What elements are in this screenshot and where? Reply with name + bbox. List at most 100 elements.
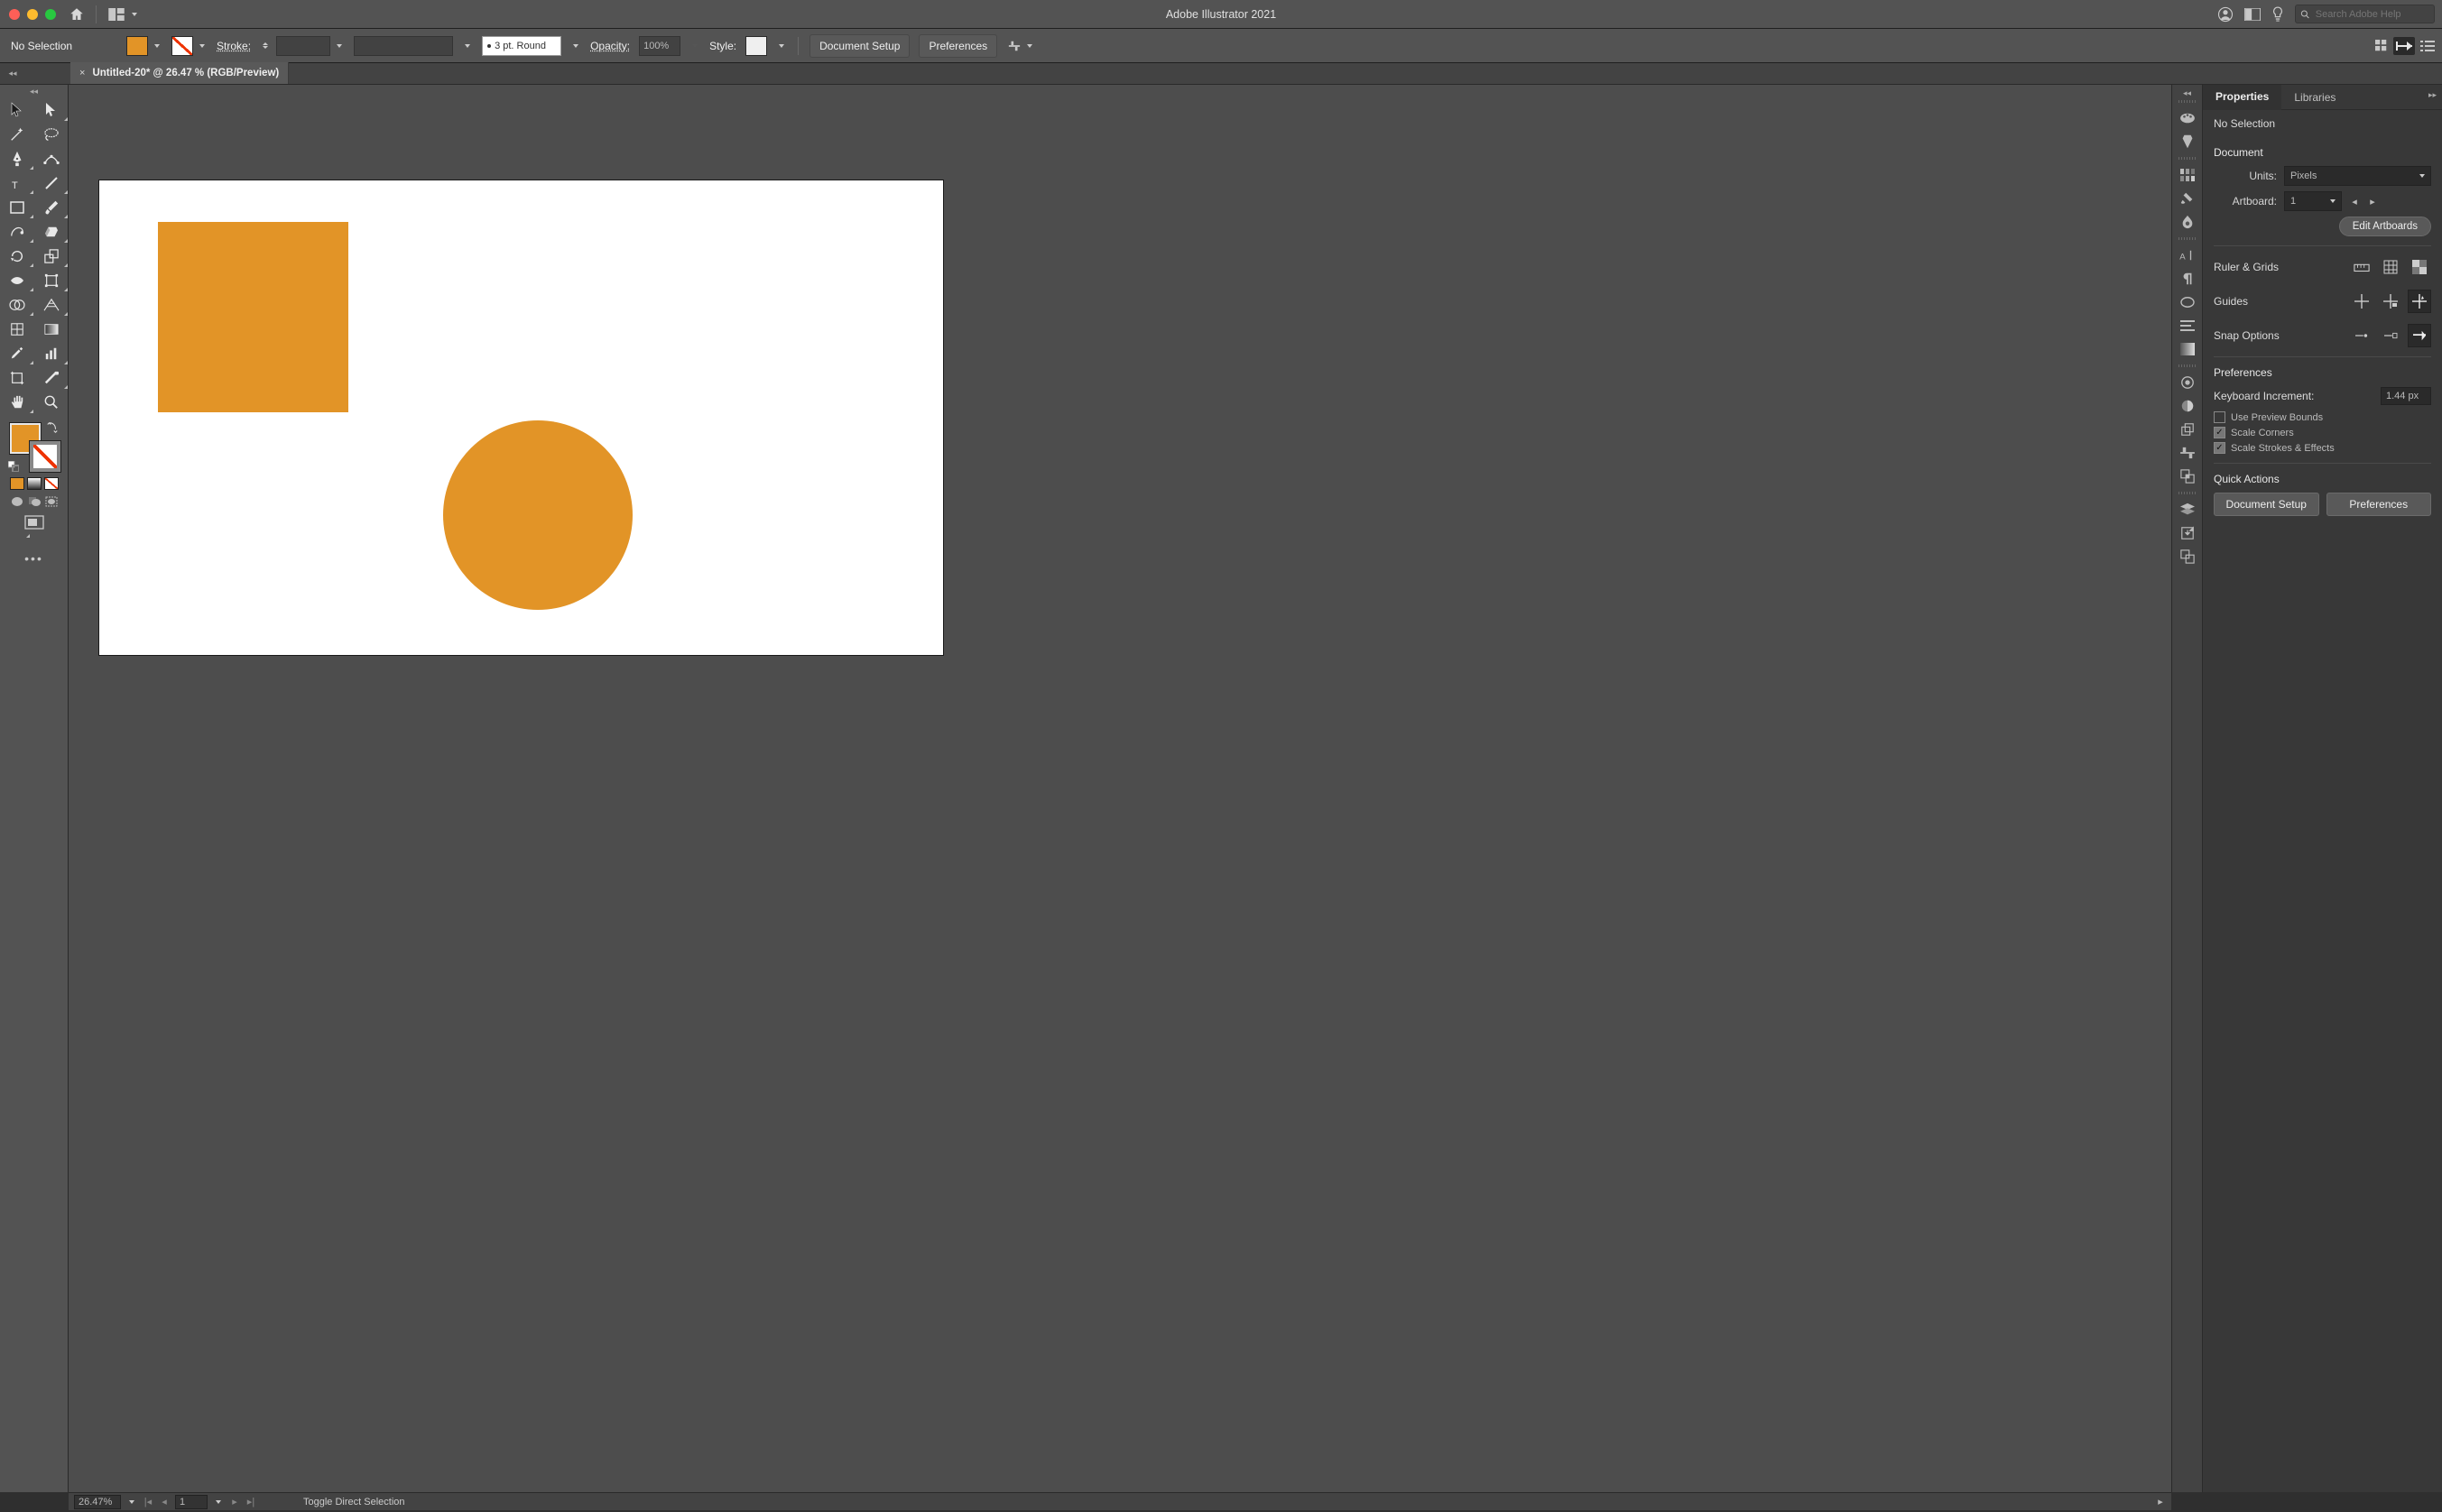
align-panel-icon[interactable]: [2178, 445, 2197, 461]
character-panel-icon[interactable]: A: [2178, 247, 2197, 263]
screen-mode-icon[interactable]: [24, 515, 44, 540]
perspective-grid-tool[interactable]: [34, 292, 69, 317]
opacity-field[interactable]: 100%: [639, 36, 680, 56]
hand-tool[interactable]: [0, 390, 34, 414]
brush-definition[interactable]: 3 pt. Round: [482, 36, 561, 56]
close-window-icon[interactable]: [9, 9, 20, 20]
stroke-weight-field[interactable]: [276, 36, 330, 56]
stroke-none-swatch[interactable]: [171, 36, 193, 56]
fill-swatch[interactable]: [126, 36, 148, 56]
close-tab-icon[interactable]: ×: [79, 68, 85, 78]
fill-stroke-indicator[interactable]: [8, 421, 60, 472]
shape-builder-tool[interactable]: [0, 292, 34, 317]
color-guide-panel-icon[interactable]: [2178, 134, 2197, 150]
transform-panel-icon[interactable]: [2178, 421, 2197, 438]
artboards-panel-icon[interactable]: [2178, 549, 2197, 565]
stroke-weight-dropdown-icon[interactable]: [334, 36, 345, 56]
artboard-first-icon[interactable]: |◂: [143, 1496, 153, 1508]
free-transform-tool[interactable]: [34, 268, 69, 292]
guides-lock-icon[interactable]: [2379, 290, 2402, 313]
artboard-prev-status-icon[interactable]: ◂: [159, 1496, 170, 1508]
workspace-switcher[interactable]: [107, 5, 140, 24]
lasso-tool[interactable]: [34, 122, 69, 146]
quick-preferences-button[interactable]: Preferences: [2326, 493, 2432, 516]
keyboard-increment-field[interactable]: 1.44 px: [2381, 387, 2431, 405]
swatches-panel-icon[interactable]: [2178, 167, 2197, 183]
snap-icon[interactable]: [2393, 37, 2415, 55]
draw-inside-icon[interactable]: [44, 495, 59, 508]
column-graph-tool[interactable]: [34, 341, 69, 365]
stroke-indicator[interactable]: [30, 441, 60, 472]
lightbulb-icon[interactable]: [2271, 6, 2284, 23]
artboard-nav-field[interactable]: 1: [175, 1495, 208, 1509]
edit-artboards-button[interactable]: Edit Artboards: [2339, 217, 2431, 236]
tab-properties[interactable]: Properties: [2203, 85, 2281, 110]
asset-export-panel-icon[interactable]: [2178, 525, 2197, 541]
document-setup-button[interactable]: Document Setup: [809, 34, 910, 58]
stroke-weight-stepper[interactable]: [260, 36, 273, 56]
selection-tool[interactable]: [0, 97, 34, 122]
gradient-mode-icon[interactable]: [27, 477, 42, 490]
ruler-icon[interactable]: [2350, 255, 2373, 279]
artboard-last-icon[interactable]: ▸|: [245, 1496, 256, 1508]
brush-dropdown-icon[interactable]: [570, 36, 581, 56]
ellipse-shape[interactable]: [443, 420, 633, 610]
gradient-tool[interactable]: [34, 317, 69, 341]
properties-collapse-icon[interactable]: ▸▸: [2423, 85, 2442, 109]
stroke-color-dropdown-icon[interactable]: [197, 36, 208, 56]
transparency-grid-icon[interactable]: [2408, 255, 2431, 279]
color-panel-icon[interactable]: [2178, 110, 2197, 126]
status-expand-icon[interactable]: ▸: [2155, 1496, 2166, 1508]
stroke-color-control[interactable]: [171, 36, 208, 56]
arrange-documents-icon[interactable]: [2244, 8, 2261, 21]
user-icon[interactable]: [2217, 6, 2234, 23]
paintbrush-tool[interactable]: [34, 195, 69, 219]
paragraph-panel-icon[interactable]: [2178, 271, 2197, 287]
layers-panel-icon[interactable]: [2178, 502, 2197, 518]
artboard-tool[interactable]: [0, 365, 34, 390]
grid-toggle-icon[interactable]: [2379, 255, 2402, 279]
artboard-next-status-icon[interactable]: ▸: [229, 1496, 240, 1508]
snap-to-grid-icon[interactable]: [2379, 324, 2402, 347]
tab-libraries[interactable]: Libraries: [2281, 85, 2348, 109]
snap-to-point-icon[interactable]: [2350, 324, 2373, 347]
brushes-panel-icon[interactable]: [2178, 190, 2197, 207]
units-select[interactable]: Pixels: [2284, 166, 2431, 186]
pathfinder-panel-icon[interactable]: [2178, 468, 2197, 484]
default-fill-stroke-icon[interactable]: [8, 461, 19, 472]
graphic-styles-panel-icon[interactable]: [2178, 398, 2197, 414]
scale-strokes-effects-checkbox[interactable]: Scale Strokes & Effects: [2214, 442, 2431, 454]
zoom-dropdown-icon[interactable]: [126, 1492, 137, 1512]
type-tool[interactable]: T: [0, 171, 34, 195]
slice-tool[interactable]: [34, 365, 69, 390]
document-tab[interactable]: × Untitled-20* @ 26.47 % (RGB/Preview): [70, 62, 289, 84]
opacity-dropdown-icon[interactable]: [689, 44, 700, 48]
width-tool[interactable]: [0, 268, 34, 292]
guides-visibility-icon[interactable]: [2350, 290, 2373, 313]
line-segment-tool[interactable]: [34, 171, 69, 195]
edit-toolbar-icon[interactable]: •••: [24, 551, 43, 566]
home-icon[interactable]: [69, 6, 85, 23]
fill-dropdown-icon[interactable]: [152, 36, 162, 56]
style-dropdown-icon[interactable]: [776, 36, 787, 56]
symbols-panel-icon[interactable]: [2178, 214, 2197, 230]
appearance-panel-icon[interactable]: [2178, 374, 2197, 391]
eraser-tool[interactable]: [34, 219, 69, 244]
opacity-label[interactable]: Opacity:: [590, 40, 630, 52]
align-lines-panel-icon[interactable]: [2178, 318, 2197, 334]
stroke-label[interactable]: Stroke:: [217, 40, 251, 52]
artboard-select[interactable]: 1: [2284, 191, 2342, 211]
swap-fill-stroke-icon[interactable]: [46, 421, 59, 434]
zoom-tool[interactable]: [34, 390, 69, 414]
draw-behind-icon[interactable]: [27, 495, 42, 508]
grid-icon[interactable]: [2375, 40, 2388, 52]
variable-width-dropdown-icon[interactable]: [462, 36, 473, 56]
search-help-input[interactable]: [2314, 8, 2429, 21]
tabs-collapse-icon[interactable]: ◂◂: [2, 68, 23, 78]
minimize-window-icon[interactable]: [27, 9, 38, 20]
smart-guides-icon[interactable]: [2408, 290, 2431, 313]
direct-selection-tool[interactable]: [34, 97, 69, 122]
style-swatch[interactable]: [745, 36, 767, 56]
opentype-panel-icon[interactable]: [2178, 294, 2197, 310]
preferences-button[interactable]: Preferences: [919, 34, 997, 58]
